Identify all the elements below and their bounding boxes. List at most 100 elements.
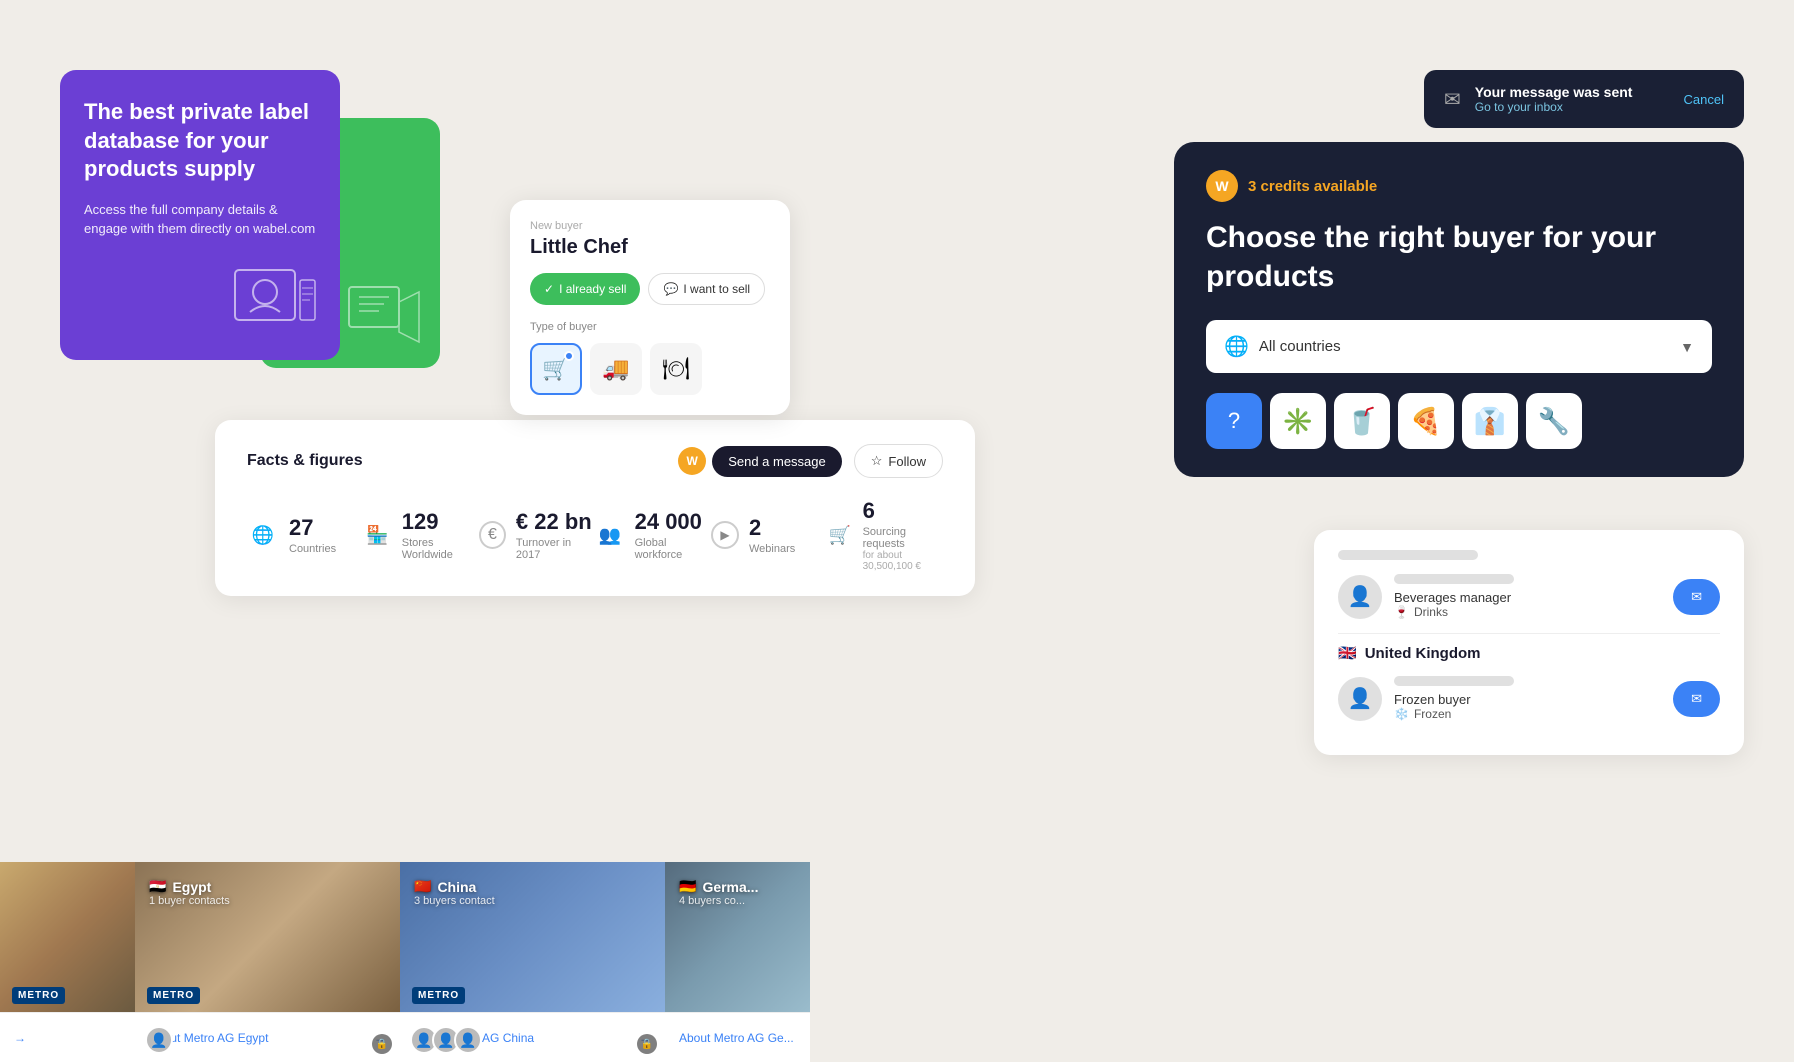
new-buyer-card: New buyer Little Chef ✓ I already sell 💬… [510,200,790,415]
frozen-message-button[interactable]: ✉ [1673,681,1720,717]
category-icon-1[interactable]: ✳️ [1270,393,1326,449]
metro-logo-japan: METRO [12,987,65,1004]
toast-inbox-link[interactable]: Go to your inbox [1475,100,1633,114]
toast-mail-icon: ✉ [1444,87,1461,112]
wabel-avatar-send: W Send a message [678,444,842,478]
facts-card-actions: W Send a message ☆ Follow [678,444,943,478]
purple-hero-card: The best private label database for your… [60,70,340,360]
beverages-avatar: 👤 [1338,575,1382,619]
store-stat-icon: 🏪 [363,519,392,551]
category-icon-2[interactable]: 🥤 [1334,393,1390,449]
question-icon: ? [1228,408,1240,434]
stat-webinars: ▶ 2 Webinars [711,498,827,572]
credits-count: 3 credits [1248,178,1310,195]
country-select-dropdown[interactable]: 🌐 All countries ▼ [1206,320,1712,373]
germany-footer-text: About Metro AG Ge... [679,1031,794,1045]
country-card-germany: 🇩🇪 Germa... 4 buyers co... About Metro A… [665,862,810,1062]
stat-workforce-value: 24 000 [635,509,711,535]
category-icon-3[interactable]: 🍕 [1398,393,1454,449]
stat-turnover-value: € 22 bn [516,509,595,535]
egypt-lock-icon: 🔒 [372,1034,392,1054]
globe-stat-icon: 🌐 [247,519,279,551]
follow-button[interactable]: ☆ Follow [854,444,943,478]
egypt-avatar-1: 👤 [145,1026,173,1054]
category-icon-4[interactable]: 👔 [1462,393,1518,449]
frozen-avatar: 👤 [1338,677,1382,721]
frozen-icon: ❄️ [1394,707,1409,721]
stat-turnover: € € 22 bn Turnover in 2017 [479,498,595,572]
toast-main-text: Your message was sent [1475,84,1633,100]
credits-text: 3 credits available [1248,178,1377,195]
purple-card-description: Access the full company details & engage… [84,200,316,239]
buyer-buttons-row: ✓ I already sell 💬 I want to sell [530,273,770,305]
stat-stores-value: 129 [402,509,479,535]
category-icon-0[interactable]: ? [1206,393,1262,449]
frozen-category-label: Frozen [1414,707,1451,721]
message-icon: 💬 [663,282,678,296]
arrow-right-icon: → [14,1031,26,1045]
workforce-stat-icon: 👥 [595,519,625,551]
stat-stores: 🏪 129 Stores Worldwide [363,498,479,572]
country-select-value: All countries [1259,338,1341,355]
buyer-type-restaurant[interactable]: 🍽 [650,343,702,395]
green-card-illustration [344,282,424,352]
webinar-stat-icon: ▶ [711,521,739,549]
wabel-mini-badge: W [678,447,706,475]
beverages-role: Beverages manager [1394,590,1661,605]
china-flag: 🇨🇳 [414,878,431,895]
uk-country-name: United Kingdom [1365,645,1481,662]
egypt-buyers-count: 1 buyer contacts [149,895,230,907]
germany-card-footer[interactable]: About Metro AG Ge... [665,1012,810,1062]
stat-stores-label: Stores Worldwide [402,537,479,561]
beverages-category-label: Drinks [1414,605,1448,619]
country-cards-row: METRO → 👤 🔒 METRO 🇪🇬 Egypt 1 buyer conta… [0,862,810,1062]
stat-countries-value: 27 [289,515,336,541]
stat-workforce: 👥 24 000 Global workforce [595,498,711,572]
wabel-badge: W [1206,170,1238,202]
stat-sourcing: 🛒 6 Sourcing requests for about 30,500,1… [827,498,943,572]
stat-sourcing-sublabel: for about 30,500,100 € [863,550,943,572]
stat-countries-label: Countries [289,543,336,555]
facts-card-title: Facts & figures [247,452,363,470]
uk-section-header: 🇬🇧 United Kingdom [1338,644,1720,662]
toast-cancel-button[interactable]: Cancel [1684,92,1724,107]
want-to-sell-button[interactable]: 💬 I want to sell [648,273,765,305]
country-card-egypt: 👤 🔒 METRO 🇪🇬 Egypt 1 buyer contacts Abou… [135,862,400,1062]
germany-country-info: 🇩🇪 Germa... 4 buyers co... [679,878,758,907]
germany-country-name: Germa... [702,879,758,895]
china-avatar-3: 👤 [454,1026,482,1054]
right-panel-title: Choose the right buyer for your products [1206,218,1712,296]
buyer-type-basket[interactable]: 🛒 [530,343,582,395]
chevron-down-icon: ▼ [1680,339,1694,355]
facts-figures-card: Facts & figures W Send a message ☆ Follo… [215,420,975,596]
stat-countries: 🌐 27 Countries [247,498,363,572]
egypt-flag: 🇪🇬 [149,878,166,895]
globe-icon: 🌐 [1224,334,1249,359]
already-sell-button[interactable]: ✓ I already sell [530,273,640,305]
china-avatars: 👤 👤 👤 [410,1026,482,1054]
germany-flag: 🇩🇪 [679,878,696,895]
toast-notification: ✉ Your message was sent Go to your inbox… [1424,70,1744,128]
buyer-card-name: Little Chef [530,236,770,259]
category-icon-5[interactable]: 🔧 [1526,393,1582,449]
china-country-name: China [437,879,476,895]
buyer-type-truck[interactable]: 🚚 [590,343,642,395]
japan-card-footer[interactable]: → [0,1012,135,1062]
beverages-message-button[interactable]: ✉ [1673,579,1720,615]
sourcing-stat-icon: 🛒 [827,519,853,551]
buyer-card-label: New buyer [530,220,770,232]
country-card-china: 👤 👤 👤 🔒 METRO 🇨🇳 China 3 buyers contact … [400,862,665,1062]
country-card-japan: METRO → [0,862,135,1062]
skeleton-bar-top [1338,550,1478,560]
buyer-row-beverages: 👤 Beverages manager 🍷 Drinks ✉ [1338,574,1720,619]
stat-sourcing-value: 6 [863,498,943,524]
germany-buyers-count: 4 buyers co... [679,895,758,907]
right-buyer-panel: W 3 credits available Choose the right b… [1174,142,1744,477]
beverages-name-skeleton [1394,574,1514,584]
euro-stat-icon: € [479,521,506,549]
toast-content: Your message was sent Go to your inbox [1475,84,1633,114]
stat-webinars-label: Webinars [749,543,795,555]
egypt-card-footer[interactable]: About Metro AG Egypt → [135,1012,400,1062]
stat-turnover-label: Turnover in 2017 [516,537,595,561]
send-message-button[interactable]: Send a message [712,446,842,477]
